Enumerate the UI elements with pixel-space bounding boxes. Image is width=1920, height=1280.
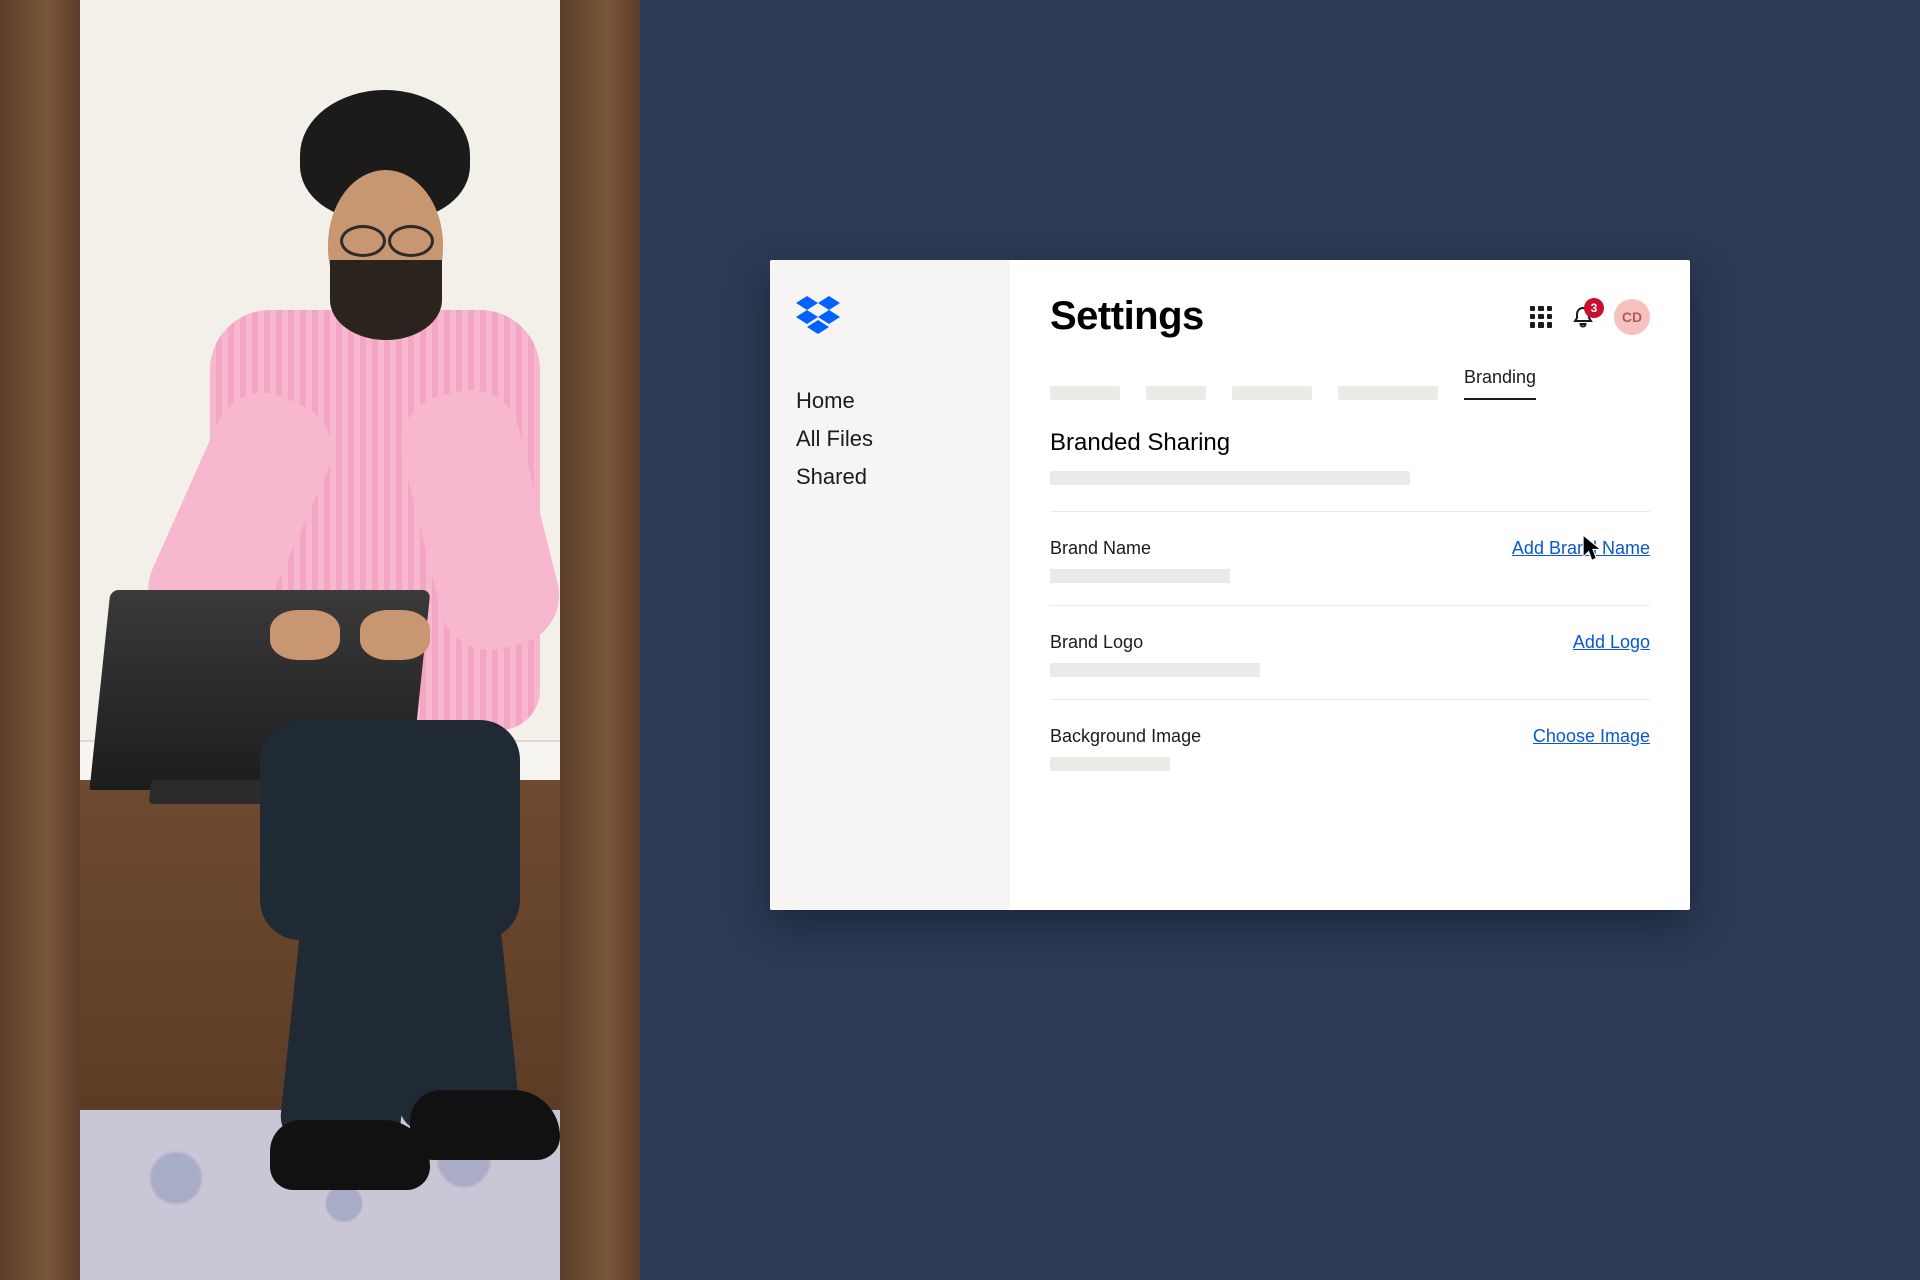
tabs-bar: Branding (1050, 367, 1650, 401)
avatar[interactable]: CD (1614, 299, 1650, 335)
tab-branding[interactable]: Branding (1464, 367, 1536, 400)
add-logo-link[interactable]: Add Logo (1573, 632, 1650, 653)
branded-sharing-section: Branded Sharing Brand Name Add Brand Nam… (1050, 429, 1650, 771)
tab-placeholder[interactable] (1232, 386, 1312, 400)
notification-badge: 3 (1584, 298, 1604, 318)
sidebar-item-shared[interactable]: Shared (796, 458, 984, 496)
section-title: Branded Sharing (1050, 429, 1650, 457)
sidebar: Home All Files Shared (770, 260, 1010, 910)
row-label: Brand Name (1050, 538, 1230, 559)
row-subtext-placeholder (1050, 569, 1230, 583)
apps-grid-icon[interactable] (1530, 306, 1552, 328)
row-subtext-placeholder (1050, 663, 1260, 677)
row-label: Background Image (1050, 726, 1201, 747)
hero-photo (0, 0, 640, 1280)
row-brand-name: Brand Name Add Brand Name (1050, 512, 1650, 583)
row-background-image: Background Image Choose Image (1050, 700, 1650, 771)
page-title: Settings (1050, 294, 1204, 339)
add-brand-name-link[interactable]: Add Brand Name (1512, 538, 1650, 559)
sidebar-item-home[interactable]: Home (796, 382, 984, 420)
tab-placeholder[interactable] (1338, 386, 1438, 400)
row-brand-logo: Brand Logo Add Logo (1050, 606, 1650, 677)
row-label: Brand Logo (1050, 632, 1260, 653)
choose-image-link[interactable]: Choose Image (1533, 726, 1650, 747)
tab-placeholder[interactable] (1146, 386, 1206, 400)
app-window: Home All Files Shared Settings 3 (770, 260, 1690, 910)
dropbox-logo-icon (796, 296, 840, 336)
tab-placeholder[interactable] (1050, 386, 1120, 400)
sidebar-item-all-files[interactable]: All Files (796, 420, 984, 458)
notifications-bell-icon[interactable]: 3 (1570, 304, 1596, 330)
row-subtext-placeholder (1050, 757, 1170, 771)
person-illustration (90, 90, 570, 1150)
main-panel: Settings 3 CD (1010, 260, 1690, 910)
